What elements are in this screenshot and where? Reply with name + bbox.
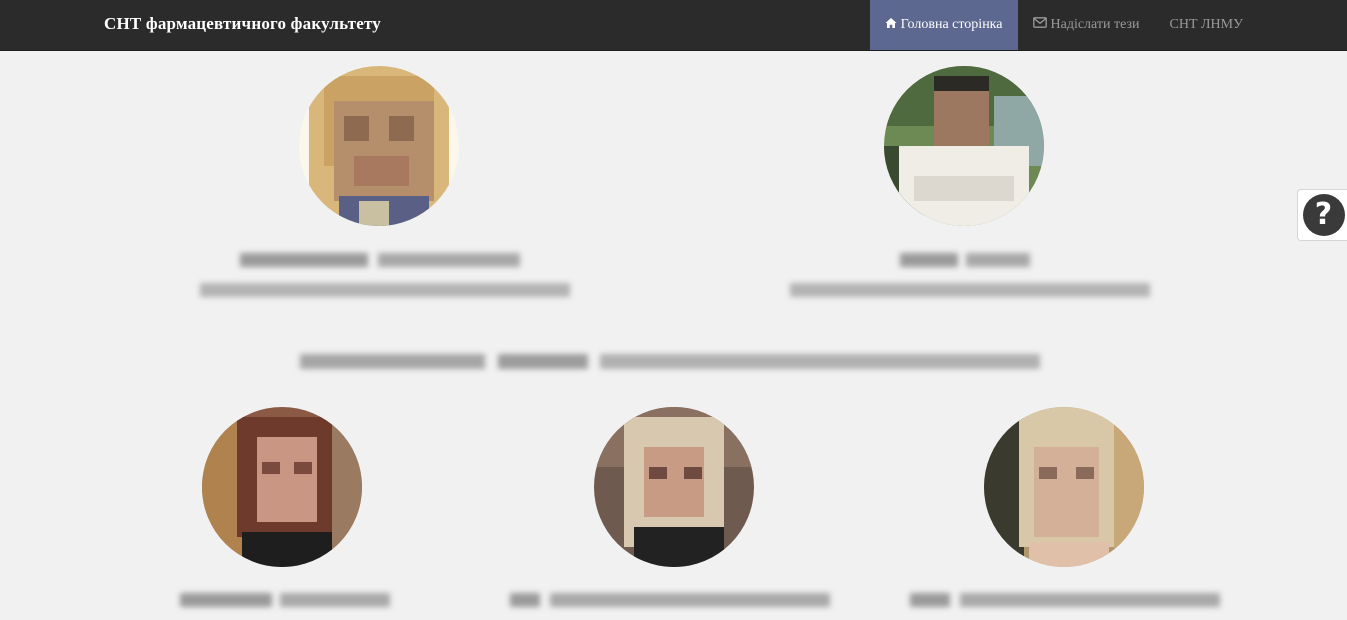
nav-item-home-label: Головна сторінка	[900, 17, 1003, 32]
avatar	[884, 66, 1044, 226]
team-member-card	[984, 407, 1144, 567]
home-icon	[885, 17, 897, 34]
team-member-card	[884, 66, 1044, 226]
nav-item-home[interactable]: Головна сторінка	[869, 0, 1018, 50]
team-member-card	[594, 407, 754, 567]
nav-item-snt-lnmu[interactable]: СНТ ЛНМУ	[1155, 0, 1258, 50]
avatar	[299, 66, 459, 226]
member-title-redacted	[200, 283, 570, 297]
question-icon: ?	[1302, 194, 1345, 236]
help-button[interactable]: ?	[1297, 189, 1347, 241]
team-member-card	[299, 66, 459, 226]
member-title-redacted	[790, 283, 1150, 297]
nav-item-submit-abstracts[interactable]: Надіслати тези	[1018, 0, 1155, 50]
team-member-card	[202, 407, 362, 567]
member-name-redacted	[910, 593, 1220, 607]
avatar	[984, 407, 1144, 567]
nav-menu: Головна сторінка Надіслати тези СНТ ЛНМУ	[869, 0, 1347, 50]
nav-item-snt-label: СНТ ЛНМУ	[1169, 17, 1243, 32]
envelope-icon	[1032, 17, 1047, 33]
department-heading-redacted	[300, 354, 1040, 369]
brand-link[interactable]: СНТ фармацевтичного факультету	[104, 14, 381, 34]
member-name-redacted	[180, 593, 390, 607]
member-name-redacted	[240, 253, 520, 267]
nav-item-submit-label: Надіслати тези	[1050, 17, 1140, 32]
member-name-redacted	[510, 593, 830, 607]
member-name-redacted	[900, 253, 1030, 267]
avatar	[202, 407, 362, 567]
top-navbar: СНТ фармацевтичного факультету Головна с…	[0, 0, 1347, 51]
avatar	[594, 407, 754, 567]
